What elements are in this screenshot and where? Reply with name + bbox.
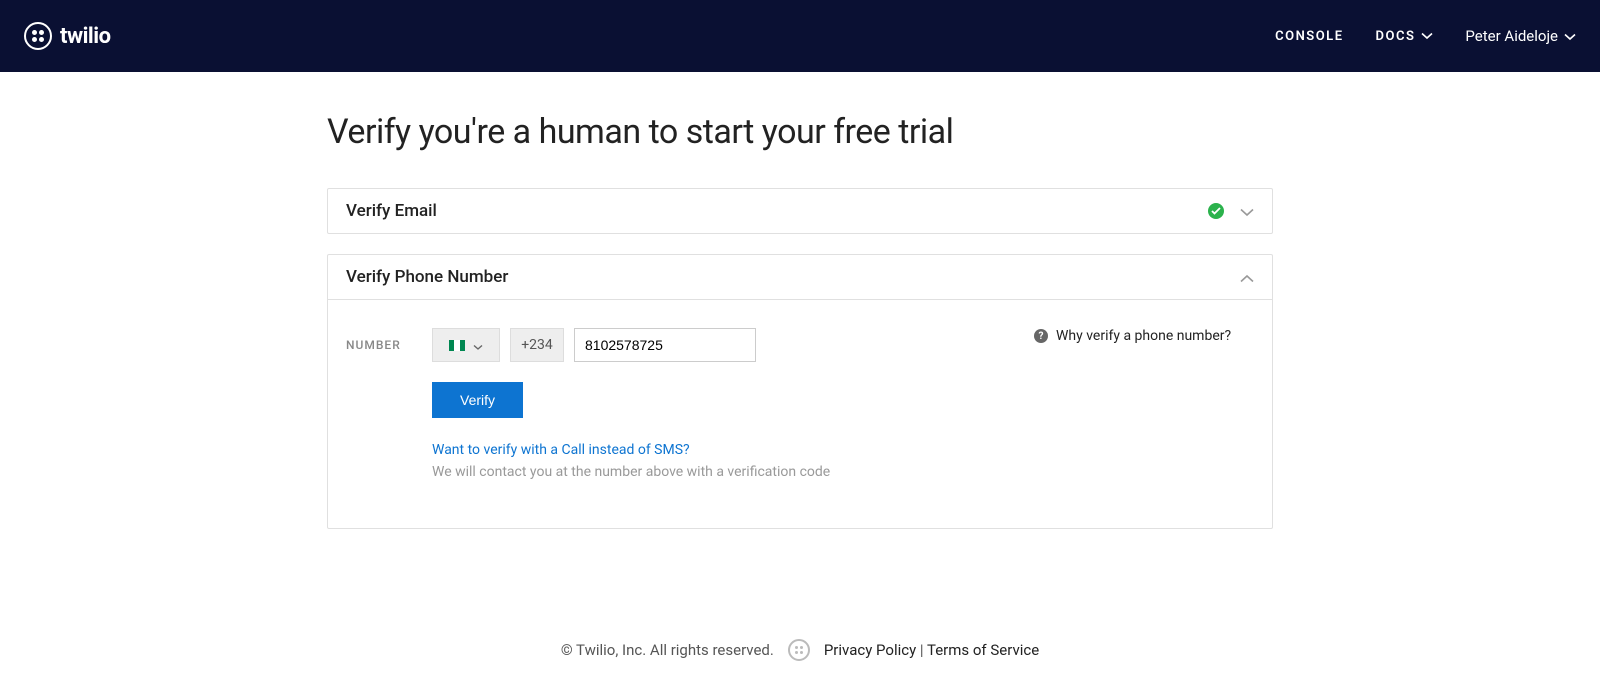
nav-docs[interactable]: DOCS — [1376, 29, 1434, 44]
twilio-logo-icon — [24, 22, 52, 50]
user-name-label: Peter Aideloje — [1465, 27, 1558, 45]
header: twilio CONSOLE DOCS Peter Aideloje — [0, 0, 1600, 72]
chevron-down-icon — [1421, 29, 1433, 44]
verify-email-header[interactable]: Verify Email — [328, 189, 1272, 233]
footer-links: Privacy Policy | Terms of Service — [824, 641, 1039, 659]
help-text: We will contact you at the number above … — [432, 464, 974, 480]
privacy-link[interactable]: Privacy Policy — [824, 641, 916, 659]
terms-link[interactable]: Terms of Service — [927, 641, 1039, 659]
copyright: © Twilio, Inc. All rights reserved. — [561, 641, 774, 659]
verify-phone-header[interactable]: Verify Phone Number — [328, 255, 1272, 299]
verify-email-title: Verify Email — [346, 201, 437, 221]
verify-phone-panel: Verify Phone Number NUMBER — [327, 254, 1273, 529]
chevron-up-icon — [1240, 268, 1254, 287]
flag-icon — [449, 340, 465, 351]
info-section: ? Why verify a phone number? — [1034, 328, 1254, 480]
question-icon: ? — [1034, 329, 1048, 343]
user-menu[interactable]: Peter Aideloje — [1465, 27, 1576, 45]
brand-name: twilio — [60, 24, 111, 49]
country-select[interactable] — [432, 328, 500, 362]
why-verify-link[interactable]: ? Why verify a phone number? — [1034, 328, 1254, 344]
number-row: NUMBER +234 — [346, 328, 974, 362]
form-section: NUMBER +234 — [346, 328, 974, 480]
logo[interactable]: twilio — [24, 22, 111, 50]
verify-call-link[interactable]: Want to verify with a Call instead of SM… — [432, 442, 974, 458]
chevron-down-icon — [1240, 202, 1254, 221]
page-title: Verify you're a human to start your free… — [327, 112, 1273, 152]
verify-button[interactable]: Verify — [432, 382, 523, 418]
verify-email-panel: Verify Email — [327, 188, 1273, 234]
chevron-down-icon — [1564, 27, 1576, 45]
main-content: Verify you're a human to start your free… — [327, 72, 1273, 609]
nav-docs-label: DOCS — [1376, 29, 1416, 44]
number-label: NUMBER — [346, 338, 408, 352]
verify-phone-title: Verify Phone Number — [346, 267, 508, 287]
why-verify-label: Why verify a phone number? — [1056, 328, 1231, 344]
phone-input[interactable] — [574, 328, 756, 362]
verify-phone-body: NUMBER +234 — [328, 299, 1272, 528]
nav-right: CONSOLE DOCS Peter Aideloje — [1275, 27, 1576, 45]
check-icon — [1208, 203, 1224, 219]
chevron-down-icon — [473, 336, 483, 355]
nav-console[interactable]: CONSOLE — [1275, 29, 1343, 44]
nav-console-label: CONSOLE — [1275, 29, 1343, 44]
country-code: +234 — [510, 328, 564, 362]
footer: © Twilio, Inc. All rights reserved. Priv… — [0, 609, 1600, 691]
twilio-logo-icon — [788, 639, 810, 661]
phone-inputs: +234 — [432, 328, 756, 362]
